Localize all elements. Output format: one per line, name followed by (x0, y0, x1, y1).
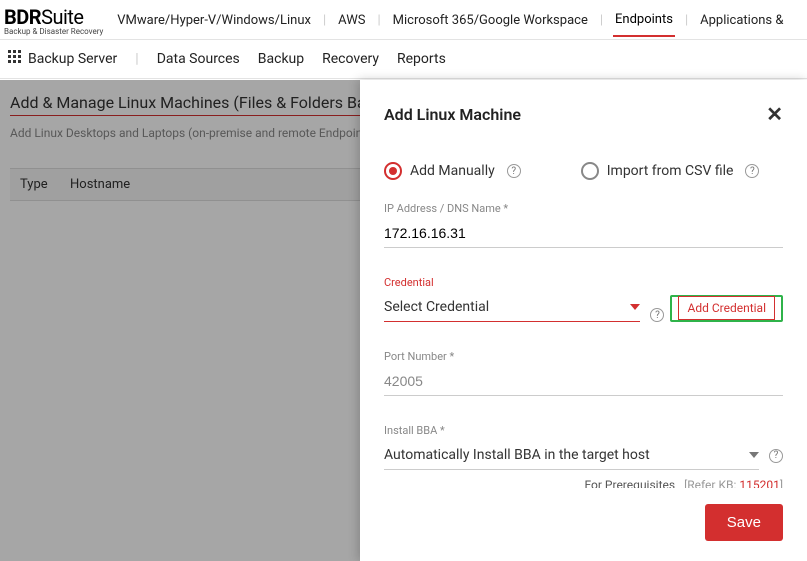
help-icon[interactable]: ? (650, 308, 664, 322)
subnav-reports[interactable]: Reports (397, 51, 446, 67)
topnav-vmware[interactable]: VMware/Hyper-V/Windows/Linux (115, 5, 313, 36)
brand-logo: BDRSuite (4, 5, 103, 29)
nav-separator: | (600, 13, 603, 28)
panel-body: Add Manually ? Import from CSV file ? IP… (360, 136, 807, 488)
port-label: Port Number * (384, 350, 783, 363)
chevron-down-icon (630, 304, 640, 310)
grid-icon (8, 50, 22, 68)
radio-icon (581, 162, 599, 180)
panel-footer: Save (360, 488, 807, 561)
credential-label: Credential (384, 276, 783, 289)
radio-icon (384, 162, 402, 180)
subnav-data-sources[interactable]: Data Sources (157, 51, 240, 67)
radio-label: Import from CSV file (607, 163, 734, 179)
brand-tagline: Backup & Disaster Recovery (4, 27, 103, 36)
subnav-lead-label: Backup Server (28, 51, 117, 67)
install-bba-field: Install BBA * Automatically Install BBA … (384, 424, 783, 488)
credential-select[interactable]: Select Credential (384, 293, 640, 322)
kb-link[interactable]: 115201 (739, 478, 779, 488)
brand-bar: BDRSuite Backup & Disaster Recovery VMwa… (0, 0, 807, 40)
ip-label: IP Address / DNS Name * (384, 202, 783, 215)
close-icon[interactable]: ✕ (766, 102, 783, 126)
credential-field: Credential Select Credential ? Add Crede… (384, 276, 783, 322)
nav-separator: | (377, 13, 380, 28)
ip-input[interactable] (384, 219, 783, 248)
save-button[interactable]: Save (705, 504, 783, 541)
nav-separator: | (135, 51, 138, 67)
install-label: Install BBA * (384, 424, 783, 437)
topnav-endpoints[interactable]: Endpoints (613, 4, 675, 37)
chevron-down-icon (749, 452, 759, 458)
kb-close: ] (780, 478, 783, 488)
ip-address-field: IP Address / DNS Name * (384, 202, 783, 248)
port-number-field: Port Number * (384, 350, 783, 396)
prerequisites-note: For Prerequisites [Refer KB: 115201] (384, 478, 783, 488)
sub-nav: Backup Server | Data Sources Backup Reco… (0, 40, 807, 79)
panel-title: Add Linux Machine (384, 105, 521, 124)
credential-selected-text: Select Credential (384, 299, 489, 315)
brand-logo-block: BDRSuite Backup & Disaster Recovery (4, 5, 103, 36)
add-credential-highlight: Add Credential (670, 295, 783, 322)
help-icon[interactable]: ? (745, 164, 759, 178)
add-linux-machine-panel: Add Linux Machine ✕ Add Manually ? Impor… (360, 80, 807, 561)
topnav-aws[interactable]: AWS (336, 5, 367, 36)
radio-label: Add Manually (410, 163, 495, 179)
top-nav: VMware/Hyper-V/Windows/Linux | AWS | Mic… (115, 4, 799, 37)
add-credential-link[interactable]: Add Credential (678, 296, 775, 320)
install-selected-text: Automatically Install BBA in the target … (384, 447, 650, 463)
install-bba-select[interactable]: Automatically Install BBA in the target … (384, 441, 759, 470)
port-input[interactable] (384, 367, 783, 396)
add-mode-radio-group: Add Manually ? Import from CSV file ? (384, 162, 783, 180)
topnav-applications[interactable]: Applications & (698, 5, 785, 36)
nav-separator: | (323, 13, 326, 28)
prereq-text: For Prerequisites (585, 478, 676, 488)
panel-header: Add Linux Machine ✕ (360, 80, 807, 136)
radio-add-manually[interactable]: Add Manually ? (384, 162, 521, 180)
help-icon[interactable]: ? (769, 449, 783, 463)
subnav-backup[interactable]: Backup (258, 51, 304, 67)
help-icon[interactable]: ? (507, 164, 521, 178)
topnav-m365[interactable]: Microsoft 365/Google Workspace (391, 5, 590, 36)
kb-label: [Refer KB: (684, 478, 736, 488)
subnav-recovery[interactable]: Recovery (322, 51, 379, 67)
radio-import-csv[interactable]: Import from CSV file ? (581, 162, 760, 180)
subnav-backup-server[interactable]: Backup Server (8, 50, 117, 68)
nav-separator: | (685, 13, 688, 28)
